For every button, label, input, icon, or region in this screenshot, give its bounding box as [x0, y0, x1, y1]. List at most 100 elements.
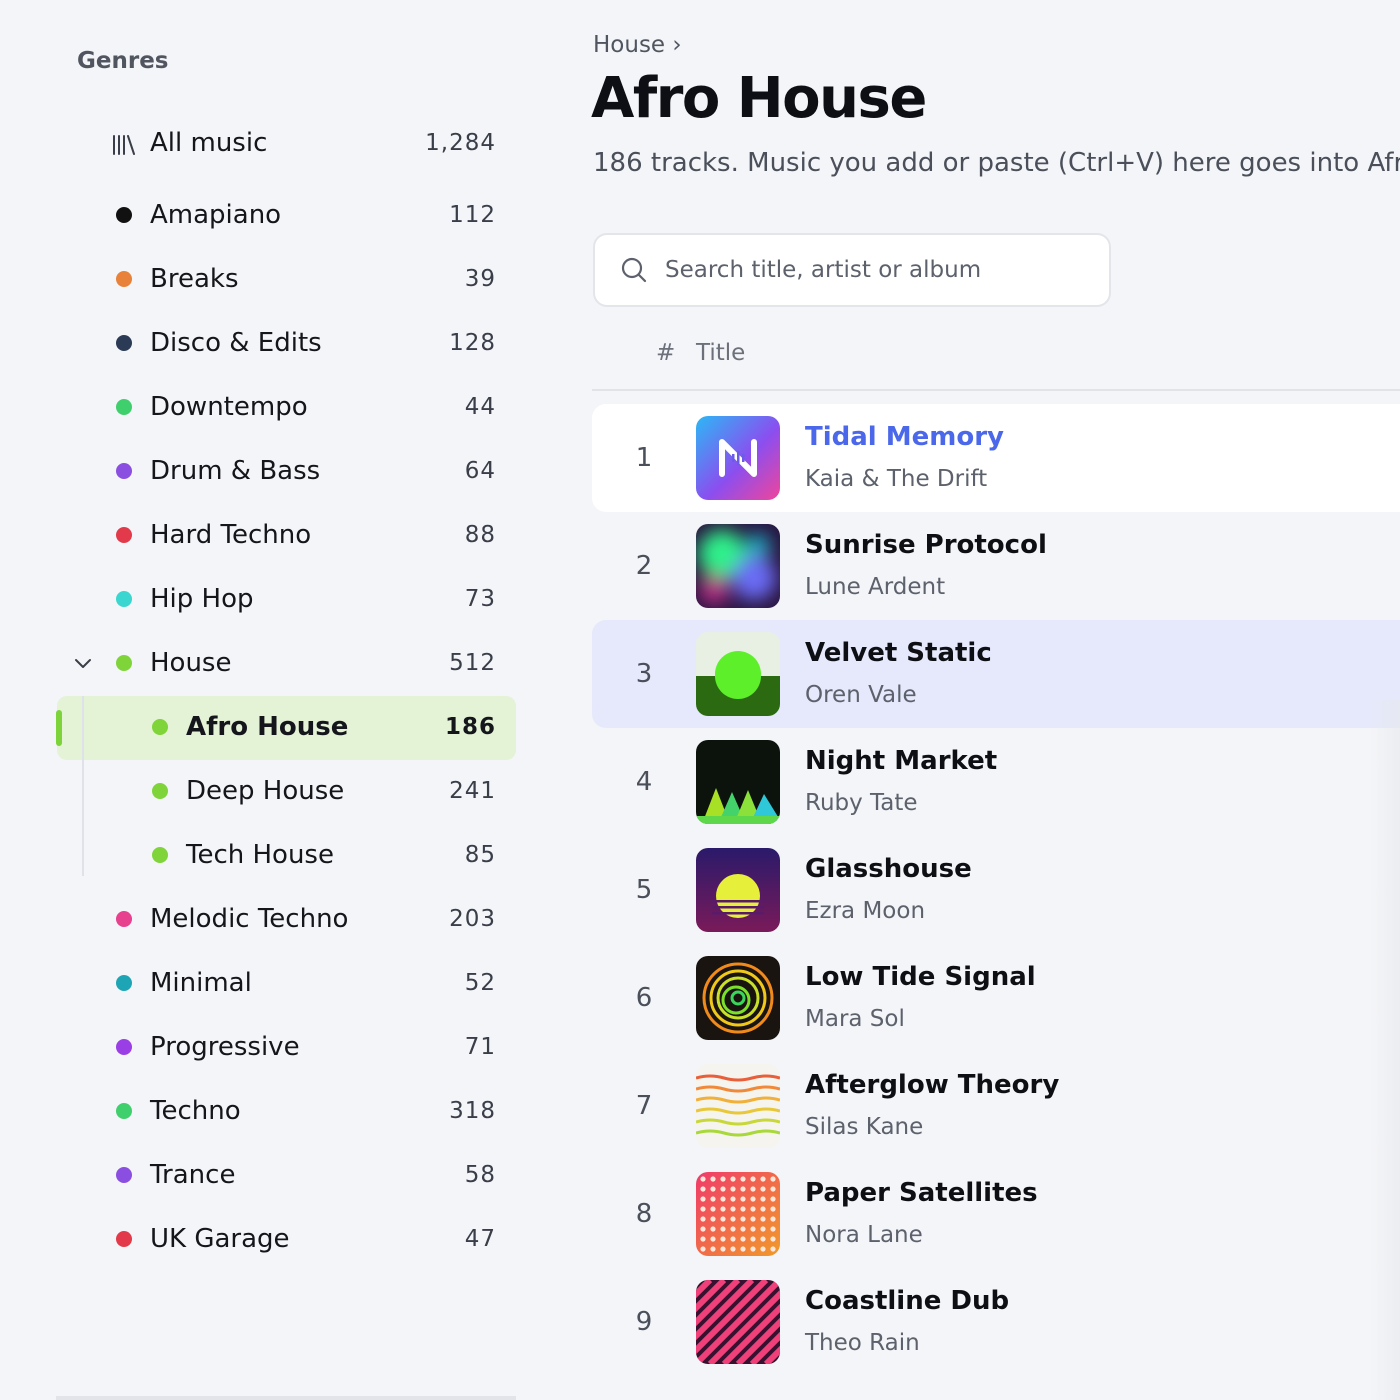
genre-color-dot	[116, 975, 132, 991]
sidebar-item-house[interactable]: House 512	[116, 631, 496, 695]
sidebar-item-count: 318	[449, 1098, 496, 1124]
sidebar-item-label: Breaks	[150, 264, 239, 294]
sidebar-item-count: 44	[464, 394, 496, 420]
sidebar-item-label: Melodic Techno	[150, 904, 349, 934]
track-title[interactable]: Tidal Memory	[805, 422, 1004, 452]
track-title[interactable]: Paper Satellites	[805, 1178, 1038, 1208]
sidebar-item-all-music[interactable]: All music 1,284	[150, 111, 496, 175]
track-row[interactable]: 2 Sunrise Protocol Lune Ardent	[592, 512, 1400, 620]
sidebar-item-afro-house[interactable]: Afro House 186	[152, 695, 496, 759]
sidebar-item-count: 203	[449, 906, 496, 932]
sidebar-item-melodic-techno[interactable]: Melodic Techno 203	[116, 887, 496, 951]
track-row[interactable]: 8 Paper Satellites Nora Lane	[592, 1160, 1400, 1268]
track-number: 6	[635, 983, 653, 1013]
track-number: 9	[635, 1307, 653, 1337]
spiral-icon[interactable]	[696, 956, 780, 1040]
chevron-down-icon[interactable]	[72, 652, 94, 674]
track-row[interactable]: 7 Afterglow Theory Silas Kane	[592, 1052, 1400, 1160]
mountains-icon[interactable]	[696, 740, 780, 824]
search-box[interactable]	[593, 233, 1111, 307]
sidebar-item-hard-techno[interactable]: Hard Techno 88	[116, 503, 496, 567]
track-artist[interactable]: Ezra Moon	[805, 898, 925, 924]
dot-grid-icon[interactable]	[696, 1172, 780, 1256]
sidebar-item-hip-hop[interactable]: Hip Hop 73	[116, 567, 496, 631]
sidebar-item-deep-house[interactable]: Deep House 241	[152, 759, 496, 823]
waves-icon[interactable]	[696, 1064, 780, 1148]
panel-edge-shadow	[1370, 700, 1400, 1400]
track-artist[interactable]: Mara Sol	[805, 1006, 905, 1032]
genre-color-dot	[116, 463, 132, 479]
header-divider	[592, 389, 1400, 391]
sidebar-item-drum-and-bass[interactable]: Drum & Bass 64	[116, 439, 496, 503]
track-artist[interactable]: Kaia & The Drift	[805, 466, 987, 492]
sidebar-item-label: Drum & Bass	[150, 456, 321, 486]
track-artist[interactable]: Theo Rain	[805, 1330, 920, 1356]
sidebar-item-label: Techno	[150, 1096, 241, 1126]
sidebar-item-trance[interactable]: Trance 58	[116, 1143, 496, 1207]
green-sun-icon[interactable]	[696, 632, 780, 716]
sidebar-item-progressive[interactable]: Progressive 71	[116, 1015, 496, 1079]
search-icon	[621, 257, 647, 283]
sidebar-item-label: House	[150, 648, 232, 678]
genre-color-dot	[116, 271, 132, 287]
column-header-title[interactable]: Title	[696, 340, 745, 366]
track-row[interactable]: 5 Glasshouse Ezra Moon	[592, 836, 1400, 944]
sidebar-item-label: Minimal	[150, 968, 252, 998]
active-item-indicator	[56, 710, 62, 746]
track-title[interactable]: Low Tide Signal	[805, 962, 1036, 992]
sidebar-item-uk-garage[interactable]: UK Garage 47	[116, 1207, 496, 1271]
track-row[interactable]: 4 Night Market Ruby Tate	[592, 728, 1400, 836]
track-artist[interactable]: Ruby Tate	[805, 790, 918, 816]
breadcrumb[interactable]: House ›	[593, 32, 682, 58]
track-number: 4	[635, 767, 653, 797]
sidebar-item-count: 71	[464, 1034, 496, 1060]
track-number: 1	[635, 443, 653, 473]
sidebar-item-breaks[interactable]: Breaks 39	[116, 247, 496, 311]
track-title[interactable]: Glasshouse	[805, 854, 972, 884]
sidebar-item-label: Progressive	[150, 1032, 300, 1062]
sidebar-item-tech-house[interactable]: Tech House 85	[152, 823, 496, 887]
sidebar-item-count: 73	[464, 586, 496, 612]
column-header-number[interactable]: #	[656, 340, 675, 366]
track-list: 1 Tidal Memory Kaia & The Drift 2 Sunrise Pr…	[592, 404, 1400, 1376]
genre-detail: House › Afro House 186 tracks. Music you…	[540, 0, 1400, 1400]
track-title[interactable]: Afterglow Theory	[805, 1070, 1059, 1100]
sunset-stripes-icon[interactable]	[696, 848, 780, 932]
diagonal-stripes-icon[interactable]	[696, 1280, 780, 1364]
track-artist[interactable]: Silas Kane	[805, 1114, 923, 1140]
track-title[interactable]: Velvet Static	[805, 638, 992, 668]
blur-orbs-icon[interactable]	[696, 524, 780, 608]
track-artist[interactable]: Oren Vale	[805, 682, 917, 708]
sidebar-title: Genres	[77, 48, 169, 74]
genre-color-dot	[116, 655, 132, 671]
genre-color-dot	[152, 719, 168, 735]
sidebar-item-minimal[interactable]: Minimal 52	[116, 951, 496, 1015]
sidebar-item-count: 241	[449, 778, 496, 804]
genre-color-dot	[116, 207, 132, 223]
sidebar-item-count: 128	[449, 330, 496, 356]
page-subtitle: 186 tracks. Music you add or paste (Ctrl…	[593, 148, 1400, 178]
track-row[interactable]: 9 Coastline Dub Theo Rain	[592, 1268, 1400, 1376]
track-row[interactable]: 1 Tidal Memory Kaia & The Drift	[592, 404, 1400, 512]
sidebar-item-label: Disco & Edits	[150, 328, 322, 358]
subgenre-tree-line	[82, 696, 84, 876]
sidebar-item-downtempo[interactable]: Downtempo 44	[116, 375, 496, 439]
sidebar-item-disco-and-edits[interactable]: Disco & Edits 128	[116, 311, 496, 375]
genre-color-dot	[116, 527, 132, 543]
track-row[interactable]: 6 Low Tide Signal Mara Sol	[592, 944, 1400, 1052]
gradient-logo-icon[interactable]	[696, 416, 780, 500]
sidebar-item-count: 85	[464, 842, 496, 868]
search-input[interactable]	[665, 257, 1085, 283]
sidebar-item-label: Amapiano	[150, 200, 282, 230]
track-number: 8	[635, 1199, 653, 1229]
track-title[interactable]: Night Market	[805, 746, 997, 776]
sidebar-item-techno[interactable]: Techno 318	[116, 1079, 496, 1143]
track-title[interactable]: Coastline Dub	[805, 1286, 1009, 1316]
sidebar-item-amapiano[interactable]: Amapiano 112	[116, 183, 496, 247]
genre-color-dot	[116, 911, 132, 927]
track-title[interactable]: Sunrise Protocol	[805, 530, 1047, 560]
track-artist[interactable]: Lune Ardent	[805, 574, 945, 600]
track-row[interactable]: 3 Velvet Static Oren Vale	[592, 620, 1400, 728]
track-artist[interactable]: Nora Lane	[805, 1222, 923, 1248]
genres-sidebar: Genres All music 1,284 Amapiano 112 Breaks 39…	[0, 0, 540, 1400]
